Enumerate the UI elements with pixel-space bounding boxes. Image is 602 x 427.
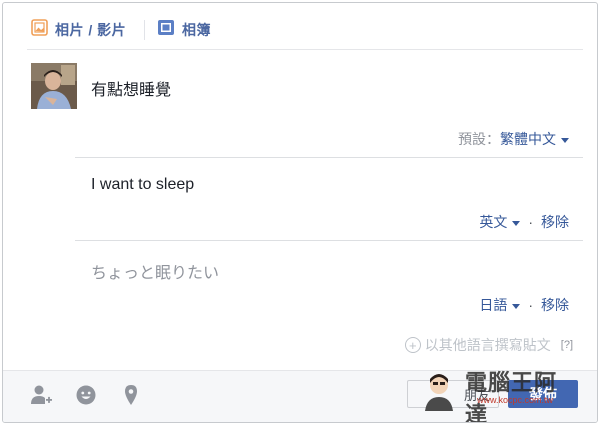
default-language-selector[interactable]: 繁體中文 bbox=[500, 129, 569, 149]
post-button-label: 發佈 bbox=[529, 386, 557, 402]
tab-album-label: 相簿 bbox=[182, 22, 211, 38]
chevron-down-icon bbox=[512, 220, 521, 226]
default-language: 預設： 繁體中文 bbox=[458, 129, 569, 149]
photo-icon bbox=[31, 19, 48, 41]
default-language-value: 繁體中文 bbox=[500, 131, 556, 147]
post-composer: 相片 / 影片 相簿 有點想睡覺 預設： 繁體中文 I want to slee… bbox=[2, 2, 598, 423]
location-pin-icon[interactable] bbox=[119, 383, 143, 407]
translation-language-en: 英文 bbox=[479, 214, 508, 230]
feeling-smiley-icon[interactable] bbox=[74, 383, 98, 407]
composer-footer: 朋友 發佈 bbox=[3, 370, 597, 422]
chevron-down-icon bbox=[512, 303, 521, 309]
translation-input-ja[interactable]: ちょっと眠りたい bbox=[91, 259, 219, 283]
separator-dot: · bbox=[528, 297, 533, 313]
translation-controls-ja: 日語 · 移除 bbox=[479, 295, 569, 315]
translation-text-en[interactable]: I want to sleep bbox=[91, 176, 194, 194]
translation-language-ja: 日語 bbox=[479, 297, 508, 313]
remove-translation-en-link[interactable]: 移除 bbox=[541, 212, 569, 232]
chevron-down-icon bbox=[561, 137, 569, 143]
tab-photo-video[interactable]: 相片 / 影片 bbox=[31, 19, 127, 41]
composer-tabs: 相片 / 影片 相簿 bbox=[3, 3, 597, 50]
avatar bbox=[31, 63, 77, 109]
translation-controls-en: 英文 · 移除 bbox=[479, 212, 569, 232]
divider bbox=[75, 240, 583, 241]
separator-dot: · bbox=[528, 214, 533, 230]
tab-photo-video-label: 相片 / 影片 bbox=[55, 22, 127, 38]
privacy-label: 朋友 bbox=[463, 387, 490, 403]
help-link[interactable]: [?] bbox=[561, 339, 573, 351]
add-language-label: 以其他語言撰寫貼文 bbox=[424, 337, 551, 353]
remove-translation-ja-link[interactable]: 移除 bbox=[541, 295, 569, 315]
add-language-link[interactable]: + 以其他語言撰寫貼文 [?] bbox=[404, 335, 573, 355]
tab-album[interactable]: 相簿 bbox=[157, 20, 211, 40]
translation-language-selector-en[interactable]: 英文 bbox=[479, 212, 521, 232]
tag-friends-icon[interactable] bbox=[29, 383, 53, 407]
tabs-divider-line bbox=[27, 49, 583, 50]
privacy-selector-button[interactable]: 朋友 bbox=[407, 380, 499, 408]
post-text[interactable]: 有點想睡覺 bbox=[91, 76, 171, 100]
translation-language-selector-ja[interactable]: 日語 bbox=[479, 295, 521, 315]
tab-divider bbox=[144, 20, 145, 40]
divider bbox=[75, 157, 583, 158]
plus-circle-icon: + bbox=[404, 337, 421, 353]
default-language-label: 預設： bbox=[458, 131, 500, 147]
album-icon bbox=[157, 19, 175, 41]
post-button[interactable]: 發佈 bbox=[508, 380, 578, 408]
